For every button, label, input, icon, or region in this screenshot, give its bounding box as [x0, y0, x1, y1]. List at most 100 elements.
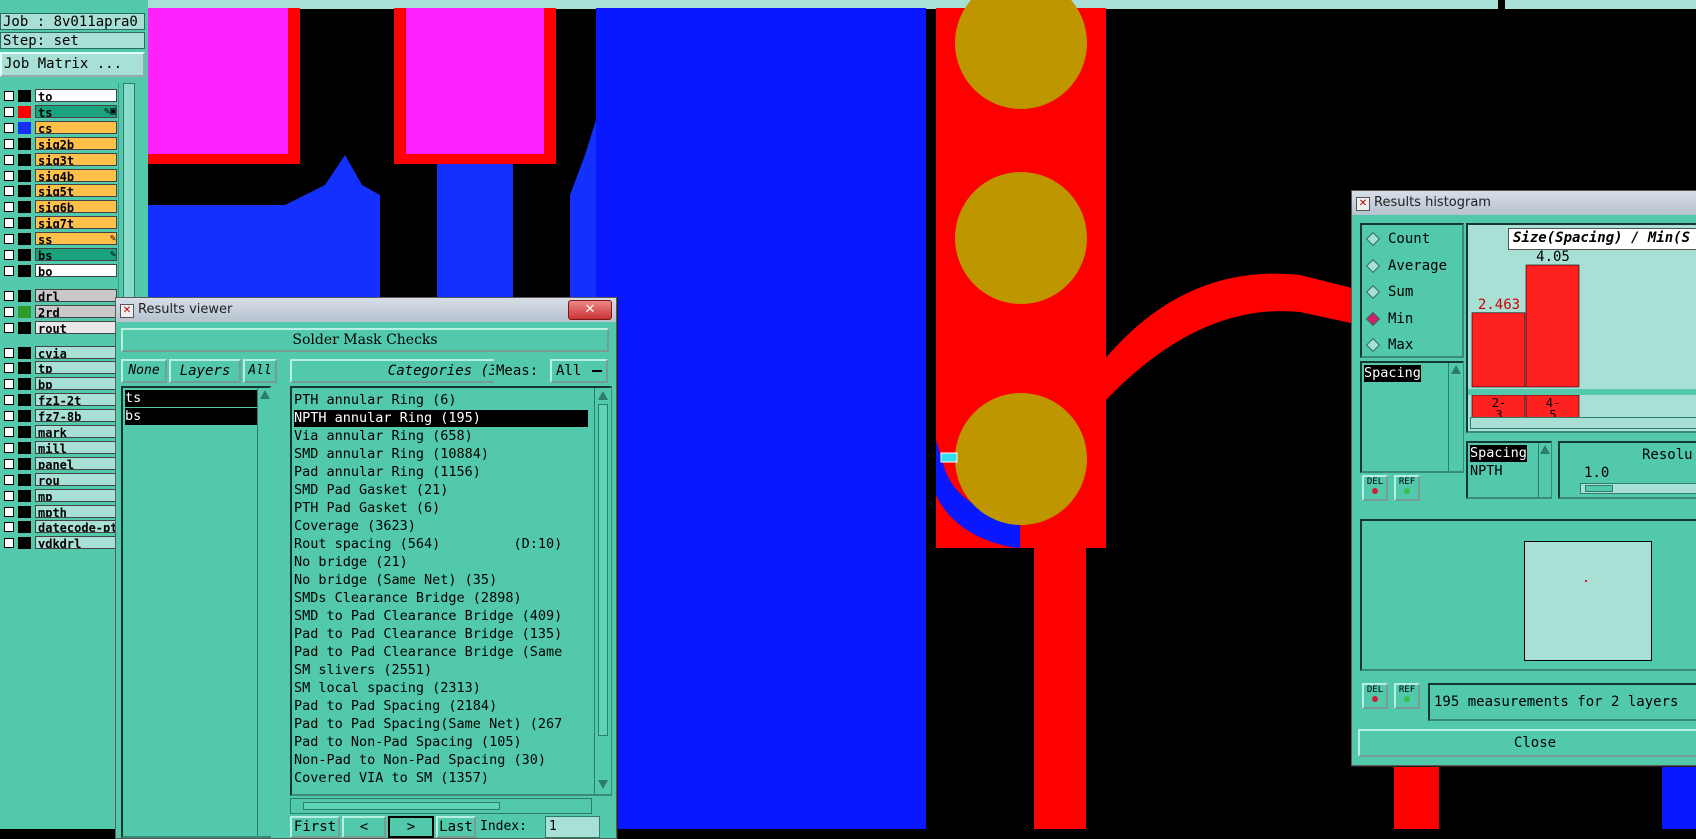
del-button[interactable]: DEL	[1362, 475, 1388, 501]
layer-checkbox[interactable]	[4, 122, 14, 133]
layer-checkbox[interactable]	[4, 106, 14, 117]
layer-row[interactable]: sig4b	[2, 168, 117, 183]
layer-row[interactable]: sig7t	[2, 216, 117, 230]
layer-row[interactable]: bp	[2, 377, 117, 391]
layer-name[interactable]: sig3t	[35, 152, 117, 166]
layer-result-item[interactable]: bs	[125, 408, 267, 425]
list-item[interactable]: NPTH	[1470, 463, 1503, 480]
category-item[interactable]: Pad to Pad Spacing(Same Net) (267	[294, 716, 588, 733]
histogram-bar[interactable]	[1525, 264, 1580, 388]
list-item[interactable]: Spacing	[1364, 365, 1421, 382]
prev-button[interactable]: <	[342, 816, 386, 838]
layer-checkbox[interactable]	[4, 91, 14, 101]
layer-name[interactable]: tp	[35, 361, 117, 375]
category-item[interactable]: SMD to Pad Clearance Bridge (409)	[294, 608, 588, 625]
layer-name[interactable]: bp	[35, 377, 117, 391]
layer-checkbox[interactable]	[4, 290, 14, 301]
category-item[interactable]: PTH annular Ring (6)	[294, 392, 588, 409]
layer-row[interactable]: datecode-pt	[2, 520, 117, 534]
preview-frame[interactable]	[1524, 541, 1652, 661]
layer-checkbox[interactable]	[4, 322, 14, 333]
layer-row[interactable]: to	[2, 89, 117, 103]
next-button[interactable]: >	[388, 816, 434, 838]
layer-row[interactable]: panel	[2, 456, 117, 471]
layer-row[interactable]: rou	[2, 472, 117, 487]
category-item[interactable]: Covered VIA to SM (1357)	[294, 770, 588, 787]
category-item[interactable]: Pad to Pad Clearance Bridge (Same	[294, 644, 588, 661]
layer-name[interactable]: panel	[35, 456, 117, 470]
layer-checkbox[interactable]	[4, 170, 14, 181]
layer-name[interactable]: sig4b	[35, 168, 117, 182]
layer-checkbox[interactable]	[4, 474, 14, 485]
layer-name[interactable]: sig2b	[35, 136, 117, 150]
category-item[interactable]: No bridge (21)	[294, 554, 588, 571]
mode-radio-count[interactable]: Count	[1365, 229, 1430, 249]
layer-row[interactable]: sig6b	[2, 200, 117, 214]
layer-row[interactable]: bs ✎	[2, 248, 117, 262]
layer-row[interactable]: fz1-2t	[2, 393, 117, 407]
layer-row[interactable]: sig3t	[2, 152, 117, 167]
layer-checkbox[interactable]	[4, 154, 14, 165]
category-item[interactable]: NPTH annular Ring (195)	[294, 410, 588, 427]
ref-button[interactable]: REF	[1394, 475, 1420, 501]
layer-name[interactable]: rout	[35, 320, 117, 334]
measure-list[interactable]: Spacing	[1360, 361, 1464, 473]
category-item[interactable]: No bridge (Same Net) (35)	[294, 572, 588, 589]
layer-result-item[interactable]: ts	[125, 390, 267, 407]
filter-list[interactable]: Spacing NPTH	[1466, 441, 1552, 499]
layer-row[interactable]: sig2b	[2, 136, 117, 151]
layer-row[interactable]: cvia	[2, 345, 117, 360]
layer-name[interactable]: sig5t	[35, 184, 117, 198]
layer-checkbox[interactable]	[4, 218, 14, 229]
layers-listbox[interactable]: ts bs	[121, 386, 272, 838]
layer-checkbox[interactable]	[4, 250, 14, 260]
layer-checkbox[interactable]	[4, 265, 14, 276]
close-button[interactable]: Close	[1358, 729, 1696, 757]
layer-name[interactable]: cs	[35, 120, 117, 134]
layer-checkbox[interactable]	[4, 347, 14, 358]
mode-radio-min[interactable]: Min	[1365, 309, 1413, 329]
layer-name[interactable]: mill	[35, 440, 117, 454]
resolution-slider[interactable]	[1580, 483, 1696, 494]
category-item[interactable]: PTH Pad Gasket (6)	[294, 500, 588, 517]
layer-row[interactable]: ydkdrl	[2, 536, 117, 550]
layers-scrollbar[interactable]	[257, 388, 272, 836]
layer-name[interactable]: datecode-pt	[35, 520, 117, 534]
none-button[interactable]: None	[121, 359, 167, 383]
layer-checkbox[interactable]	[4, 234, 14, 245]
layer-row[interactable]: fz7-8b	[2, 409, 117, 423]
category-item[interactable]: SMD annular Ring (10884)	[294, 446, 588, 463]
layer-name[interactable]: bs	[35, 248, 117, 261]
mode-radio-average[interactable]: Average	[1365, 256, 1447, 276]
categories-listbox[interactable]: PTH annular Ring (6) NPTH annular Ring (1…	[290, 386, 612, 796]
category-item[interactable]: Pad to Non-Pad Spacing (105)	[294, 734, 588, 751]
histogram-bar[interactable]	[1471, 312, 1526, 388]
solder-mask-checks-header[interactable]: Solder Mask Checks	[121, 328, 609, 352]
categories-hscrollbar[interactable]	[290, 798, 592, 814]
layer-checkbox[interactable]	[4, 490, 14, 501]
layer-name[interactable]: sig6b	[35, 200, 117, 214]
mode-radio-max[interactable]: Max	[1365, 335, 1413, 355]
layer-checkbox[interactable]	[4, 458, 14, 469]
result-marker[interactable]	[940, 452, 958, 463]
layer-row[interactable]: ts ✎▣	[2, 104, 117, 119]
layer-row[interactable]: tp	[2, 361, 117, 375]
layer-name[interactable]: ss	[35, 232, 117, 246]
layer-checkbox[interactable]	[4, 379, 14, 390]
layer-name[interactable]: rou	[35, 472, 117, 486]
layer-row[interactable]: mp	[2, 488, 117, 503]
first-button[interactable]: First	[290, 816, 340, 838]
layer-name[interactable]: mp	[35, 488, 117, 502]
layer-checkbox[interactable]	[4, 442, 14, 453]
layer-name[interactable]: fz1-2t	[35, 393, 117, 407]
layer-name[interactable]: mark	[35, 425, 117, 438]
layer-name[interactable]: mpth	[35, 504, 117, 518]
last-button[interactable]: Last	[436, 816, 476, 838]
ref-button[interactable]: REF	[1394, 683, 1420, 709]
category-item[interactable]: Coverage (3623)	[294, 518, 588, 535]
layer-checkbox[interactable]	[4, 363, 14, 374]
layer-row[interactable]: sig5t	[2, 184, 117, 198]
layer-checkbox[interactable]	[4, 506, 14, 517]
list-item[interactable]: Spacing	[1470, 445, 1527, 462]
all-layers-button[interactable]: All	[243, 359, 277, 383]
